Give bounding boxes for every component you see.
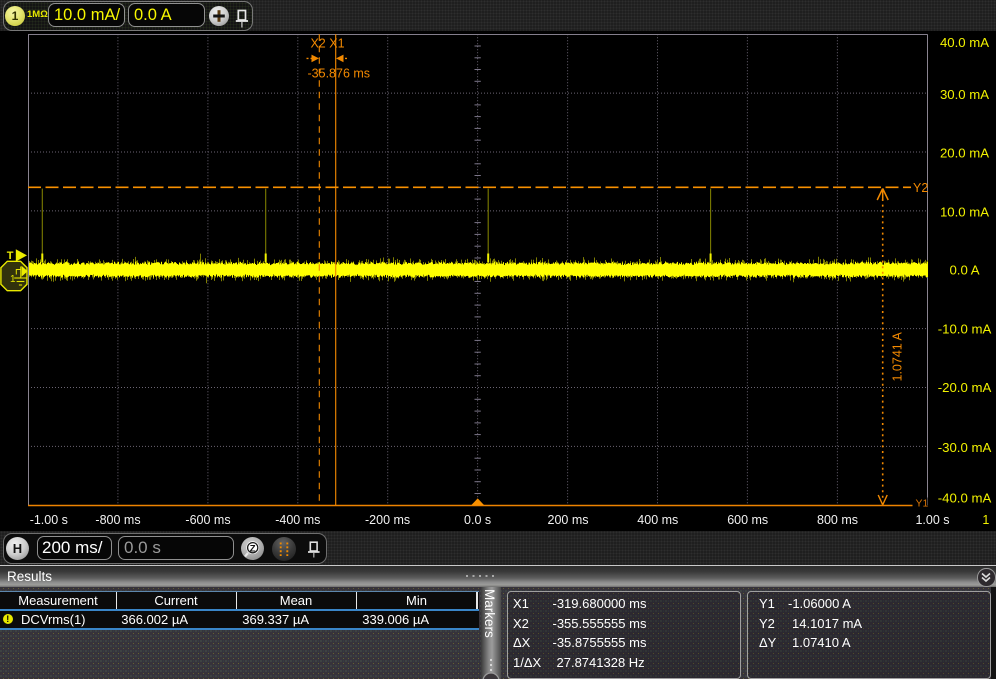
svg-text:-1.00 s: -1.00 s [30,513,68,527]
svg-text:Y2: Y2 [913,181,928,195]
svg-text:-35.876 ms: -35.876 ms [308,67,371,81]
svg-text:-20.0 mA: -20.0 mA [938,380,992,395]
svg-text:800 ms: 800 ms [817,513,858,527]
svg-text:T: T [7,250,14,262]
svg-text:-200 ms: -200 ms [365,513,410,527]
svg-text:30.0 mA: 30.0 mA [940,87,989,102]
svg-text:600 ms: 600 ms [727,513,768,527]
svg-text:200 ms: 200 ms [548,513,589,527]
svg-text:1: 1 [982,513,989,527]
svg-text:Y1: Y1 [916,497,929,509]
svg-text:-400 ms: -400 ms [275,513,320,527]
svg-text:-10.0 mA: -10.0 mA [938,321,992,336]
svg-text:-30.0 mA: -30.0 mA [938,440,992,455]
svg-text:1.00 s: 1.00 s [915,513,949,527]
svg-text:X2 X1: X2 X1 [310,36,344,50]
svg-text:1.0741 A: 1.0741 A [891,331,905,381]
svg-text:20.0 mA: 20.0 mA [940,146,989,161]
svg-text:-800 ms: -800 ms [95,513,140,527]
svg-text:-600 ms: -600 ms [185,513,230,527]
svg-text:0.0 A: 0.0 A [949,263,979,278]
svg-text:-40.0 mA: -40.0 mA [938,491,992,506]
svg-text:1: 1 [10,274,16,285]
svg-text:Markers: Markers [482,589,497,638]
svg-text:Z: Z [249,543,255,554]
svg-text:0.0 s: 0.0 s [464,513,491,527]
svg-text:400 ms: 400 ms [637,513,678,527]
svg-text:10.0 mA: 10.0 mA [940,205,989,220]
svg-text:40.0 mA: 40.0 mA [940,35,989,50]
